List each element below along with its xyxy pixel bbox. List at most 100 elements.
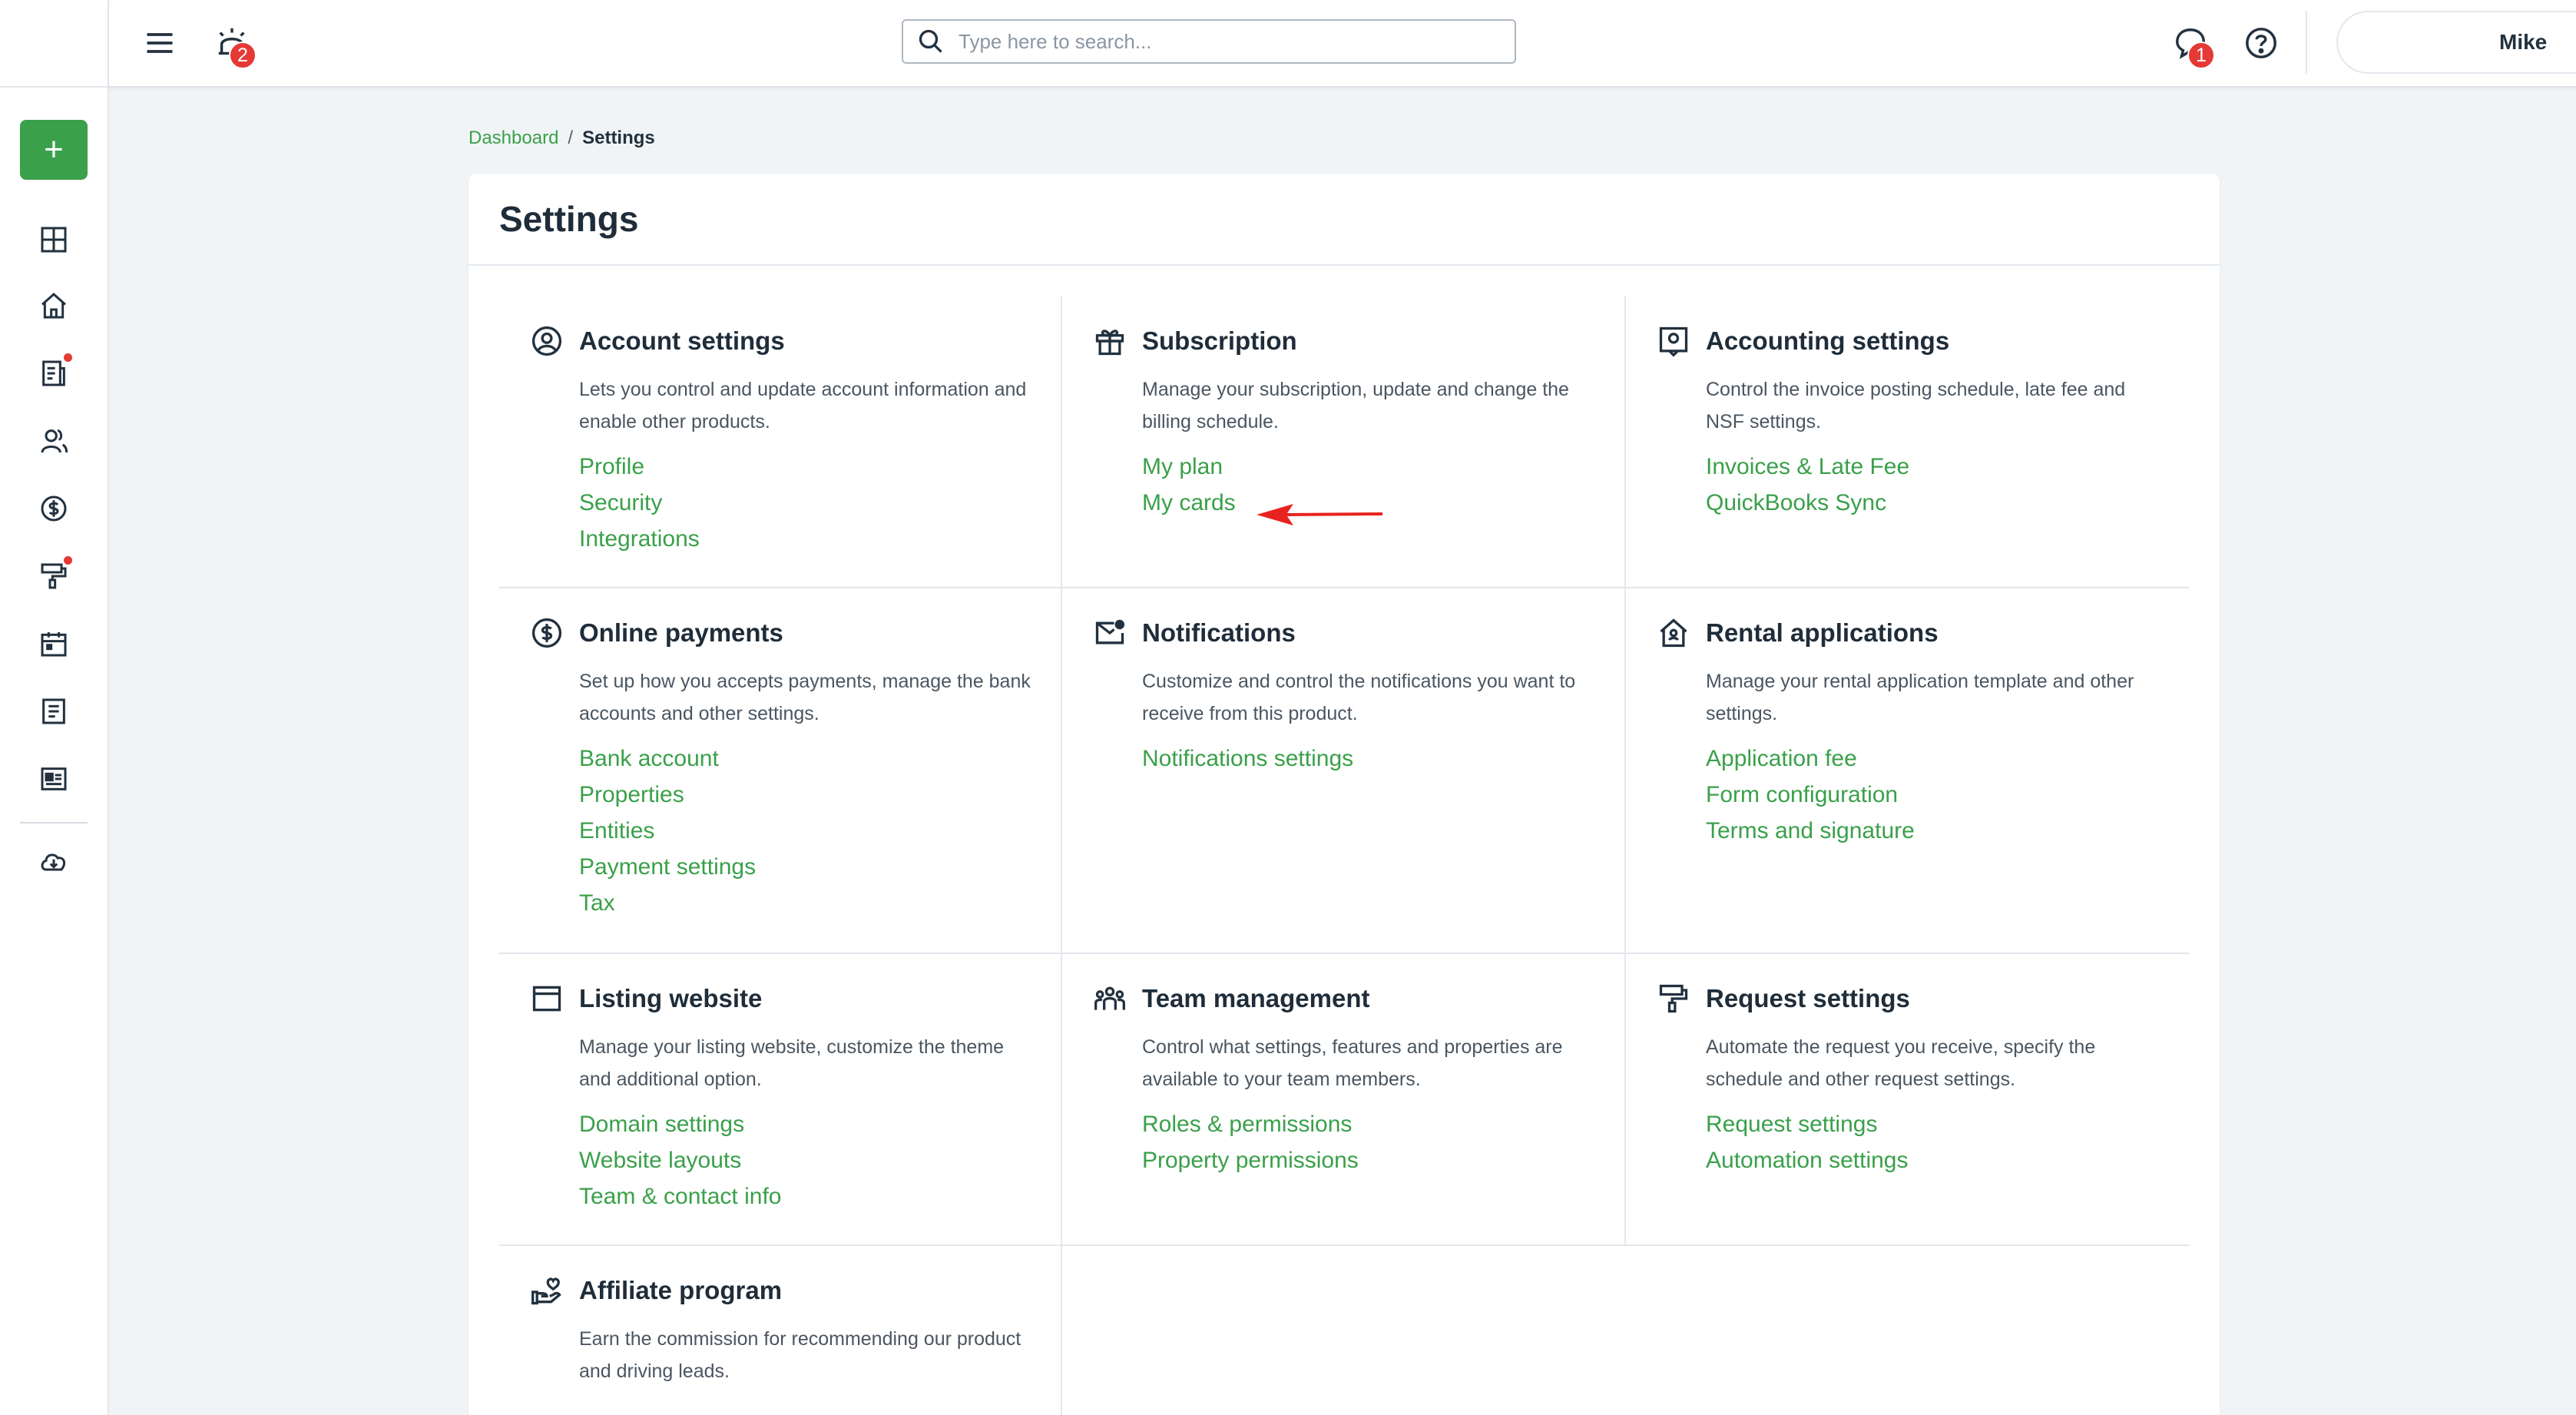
breadcrumb-separator: / bbox=[568, 128, 574, 148]
section-rental-applications: Rental applications Manage your rental a… bbox=[1626, 588, 2189, 954]
sidebar-item-people[interactable] bbox=[32, 419, 75, 462]
link-properties[interactable]: Properties bbox=[579, 777, 1061, 813]
dashboard-icon bbox=[41, 227, 67, 253]
link-terms-and-signature[interactable]: Terms and signature bbox=[1706, 813, 2189, 849]
sidebar-item-download[interactable] bbox=[32, 840, 75, 883]
section-online-payments: Online payments Set up how you accepts p… bbox=[499, 588, 1062, 954]
link-profile[interactable]: Profile bbox=[579, 449, 1061, 485]
link-invoices-late-fee[interactable]: Invoices & Late Fee bbox=[1706, 449, 2189, 485]
alerts-button[interactable]: 2 bbox=[209, 20, 257, 69]
people-icon bbox=[41, 429, 68, 453]
user-name: Mike bbox=[2499, 30, 2548, 54]
menu-toggle-button[interactable] bbox=[138, 22, 181, 65]
user-menu[interactable]: Mike bbox=[2336, 11, 2576, 74]
section-notifications: Notifications Customize and control the … bbox=[1062, 588, 1626, 954]
section-title: Online payments bbox=[579, 618, 783, 647]
plus-icon: + bbox=[44, 131, 64, 168]
section-description: Manage your listing website, customize t… bbox=[579, 1036, 1005, 1090]
sidebar-item-notes[interactable] bbox=[32, 690, 75, 733]
link-my-plan[interactable]: My plan bbox=[1142, 449, 1624, 485]
section-accounting-settings: Accounting settings Control the invoice … bbox=[1626, 297, 2189, 588]
link-security[interactable]: Security bbox=[579, 485, 1061, 521]
section-account-settings: Account settings Lets you control and up… bbox=[499, 297, 1062, 588]
link-application-fee[interactable]: Application fee bbox=[1706, 741, 2189, 777]
link-website-layouts[interactable]: Website layouts bbox=[579, 1142, 1061, 1178]
sidebar-divider bbox=[20, 822, 88, 823]
user-circle-icon bbox=[531, 326, 562, 356]
section-title: Affiliate program bbox=[579, 1276, 783, 1304]
paint-roller-icon bbox=[1659, 984, 1688, 1013]
notes-icon bbox=[42, 698, 65, 724]
home-icon bbox=[41, 292, 66, 319]
link-roles-permissions[interactable]: Roles & permissions bbox=[1142, 1106, 1624, 1142]
link-integrations[interactable]: Integrations bbox=[579, 521, 1061, 557]
link-team-contact-info[interactable]: Team & contact info bbox=[579, 1178, 1061, 1215]
link-quickbooks-sync[interactable]: QuickBooks Sync bbox=[1706, 485, 2189, 521]
section-request-settings: Request settings Automate the request yo… bbox=[1626, 954, 2189, 1246]
section-description: Lets you control and update account info… bbox=[579, 379, 1027, 432]
hand-heart-icon bbox=[531, 1277, 561, 1305]
maintenance-alert-dot bbox=[64, 556, 72, 565]
section-description: Manage your subscription, update and cha… bbox=[1142, 379, 1569, 432]
link-payment-settings[interactable]: Payment settings bbox=[579, 849, 1061, 885]
link-form-configuration[interactable]: Form configuration bbox=[1706, 777, 2189, 813]
section-title: Listing website bbox=[579, 984, 763, 1012]
help-button[interactable] bbox=[2238, 20, 2284, 66]
link-bank-account[interactable]: Bank account bbox=[579, 741, 1061, 777]
house-icon bbox=[1660, 618, 1687, 648]
sidebar-item-dashboard[interactable] bbox=[32, 218, 75, 261]
link-automation-settings[interactable]: Automation settings bbox=[1706, 1142, 2189, 1178]
messages-button[interactable]: 1 bbox=[2167, 20, 2215, 69]
search-input[interactable] bbox=[959, 29, 1481, 54]
section-listing-website: Listing website Manage your listing webs… bbox=[499, 954, 1062, 1246]
sidebar-item-payments[interactable] bbox=[32, 487, 75, 530]
link-notifications-settings[interactable]: Notifications settings bbox=[1142, 741, 1624, 777]
listings-icon bbox=[41, 767, 67, 790]
settings-card: Settings Account settings Lets you contr… bbox=[469, 174, 2220, 1415]
section-description: Set up how you accepts payments, manage … bbox=[579, 671, 1031, 724]
link-property-permissions[interactable]: Property permissions bbox=[1142, 1142, 1624, 1178]
help-circle-icon bbox=[2246, 28, 2276, 58]
download-icon bbox=[41, 853, 66, 871]
maintenance-icon bbox=[41, 563, 67, 589]
link-tax[interactable]: Tax bbox=[579, 885, 1061, 921]
add-new-button[interactable]: + bbox=[20, 120, 88, 180]
sidebar-item-calendar[interactable] bbox=[32, 622, 75, 665]
dollar-circle-icon bbox=[531, 618, 562, 648]
settings-grid: Account settings Lets you control and up… bbox=[499, 297, 2189, 1415]
page-title: Settings bbox=[469, 174, 2220, 266]
sidebar-logo-area bbox=[0, 0, 108, 88]
breadcrumb: Dashboard / Settings bbox=[469, 128, 655, 149]
section-title: Rental applications bbox=[1706, 618, 1939, 647]
section-title: Subscription bbox=[1142, 326, 1297, 355]
link-request-settings[interactable]: Request settings bbox=[1706, 1106, 2189, 1142]
sidebar-item-maintenance[interactable] bbox=[32, 555, 75, 598]
leases-icon bbox=[42, 360, 65, 386]
topbar-divider bbox=[2306, 11, 2307, 74]
section-title: Team management bbox=[1142, 984, 1370, 1012]
payments-icon bbox=[41, 495, 67, 522]
empty-cell bbox=[1062, 1246, 1626, 1415]
alerts-count-badge: 2 bbox=[229, 41, 257, 69]
mail-icon bbox=[1095, 619, 1125, 645]
sidebar-item-properties[interactable] bbox=[32, 284, 75, 327]
link-domain-settings[interactable]: Domain settings bbox=[579, 1106, 1061, 1142]
sidebar-item-leases[interactable] bbox=[32, 352, 75, 395]
breadcrumb-current: Settings bbox=[582, 128, 655, 148]
team-icon bbox=[1094, 986, 1125, 1010]
section-description: Control the invoice posting schedule, la… bbox=[1706, 379, 2126, 432]
section-description: Manage your rental application template … bbox=[1706, 671, 2134, 724]
browser-icon bbox=[532, 986, 561, 1012]
search-box[interactable] bbox=[902, 19, 1516, 64]
section-description: Control what settings, features and prop… bbox=[1142, 1036, 1563, 1090]
section-description: Automate the request you receive, specif… bbox=[1706, 1036, 2096, 1090]
section-team-management: Team management Control what settings, f… bbox=[1062, 954, 1626, 1246]
section-subscription: Subscription Manage your subscription, u… bbox=[1062, 297, 1626, 588]
breadcrumb-dashboard-link[interactable]: Dashboard bbox=[469, 128, 558, 149]
topbar: 2 1 Mike bbox=[109, 0, 2576, 88]
section-title: Accounting settings bbox=[1706, 326, 1950, 355]
link-entities[interactable]: Entities bbox=[579, 813, 1061, 849]
section-title: Account settings bbox=[579, 326, 785, 355]
sidebar-item-listings[interactable] bbox=[32, 757, 75, 800]
leases-alert-dot bbox=[64, 353, 72, 362]
